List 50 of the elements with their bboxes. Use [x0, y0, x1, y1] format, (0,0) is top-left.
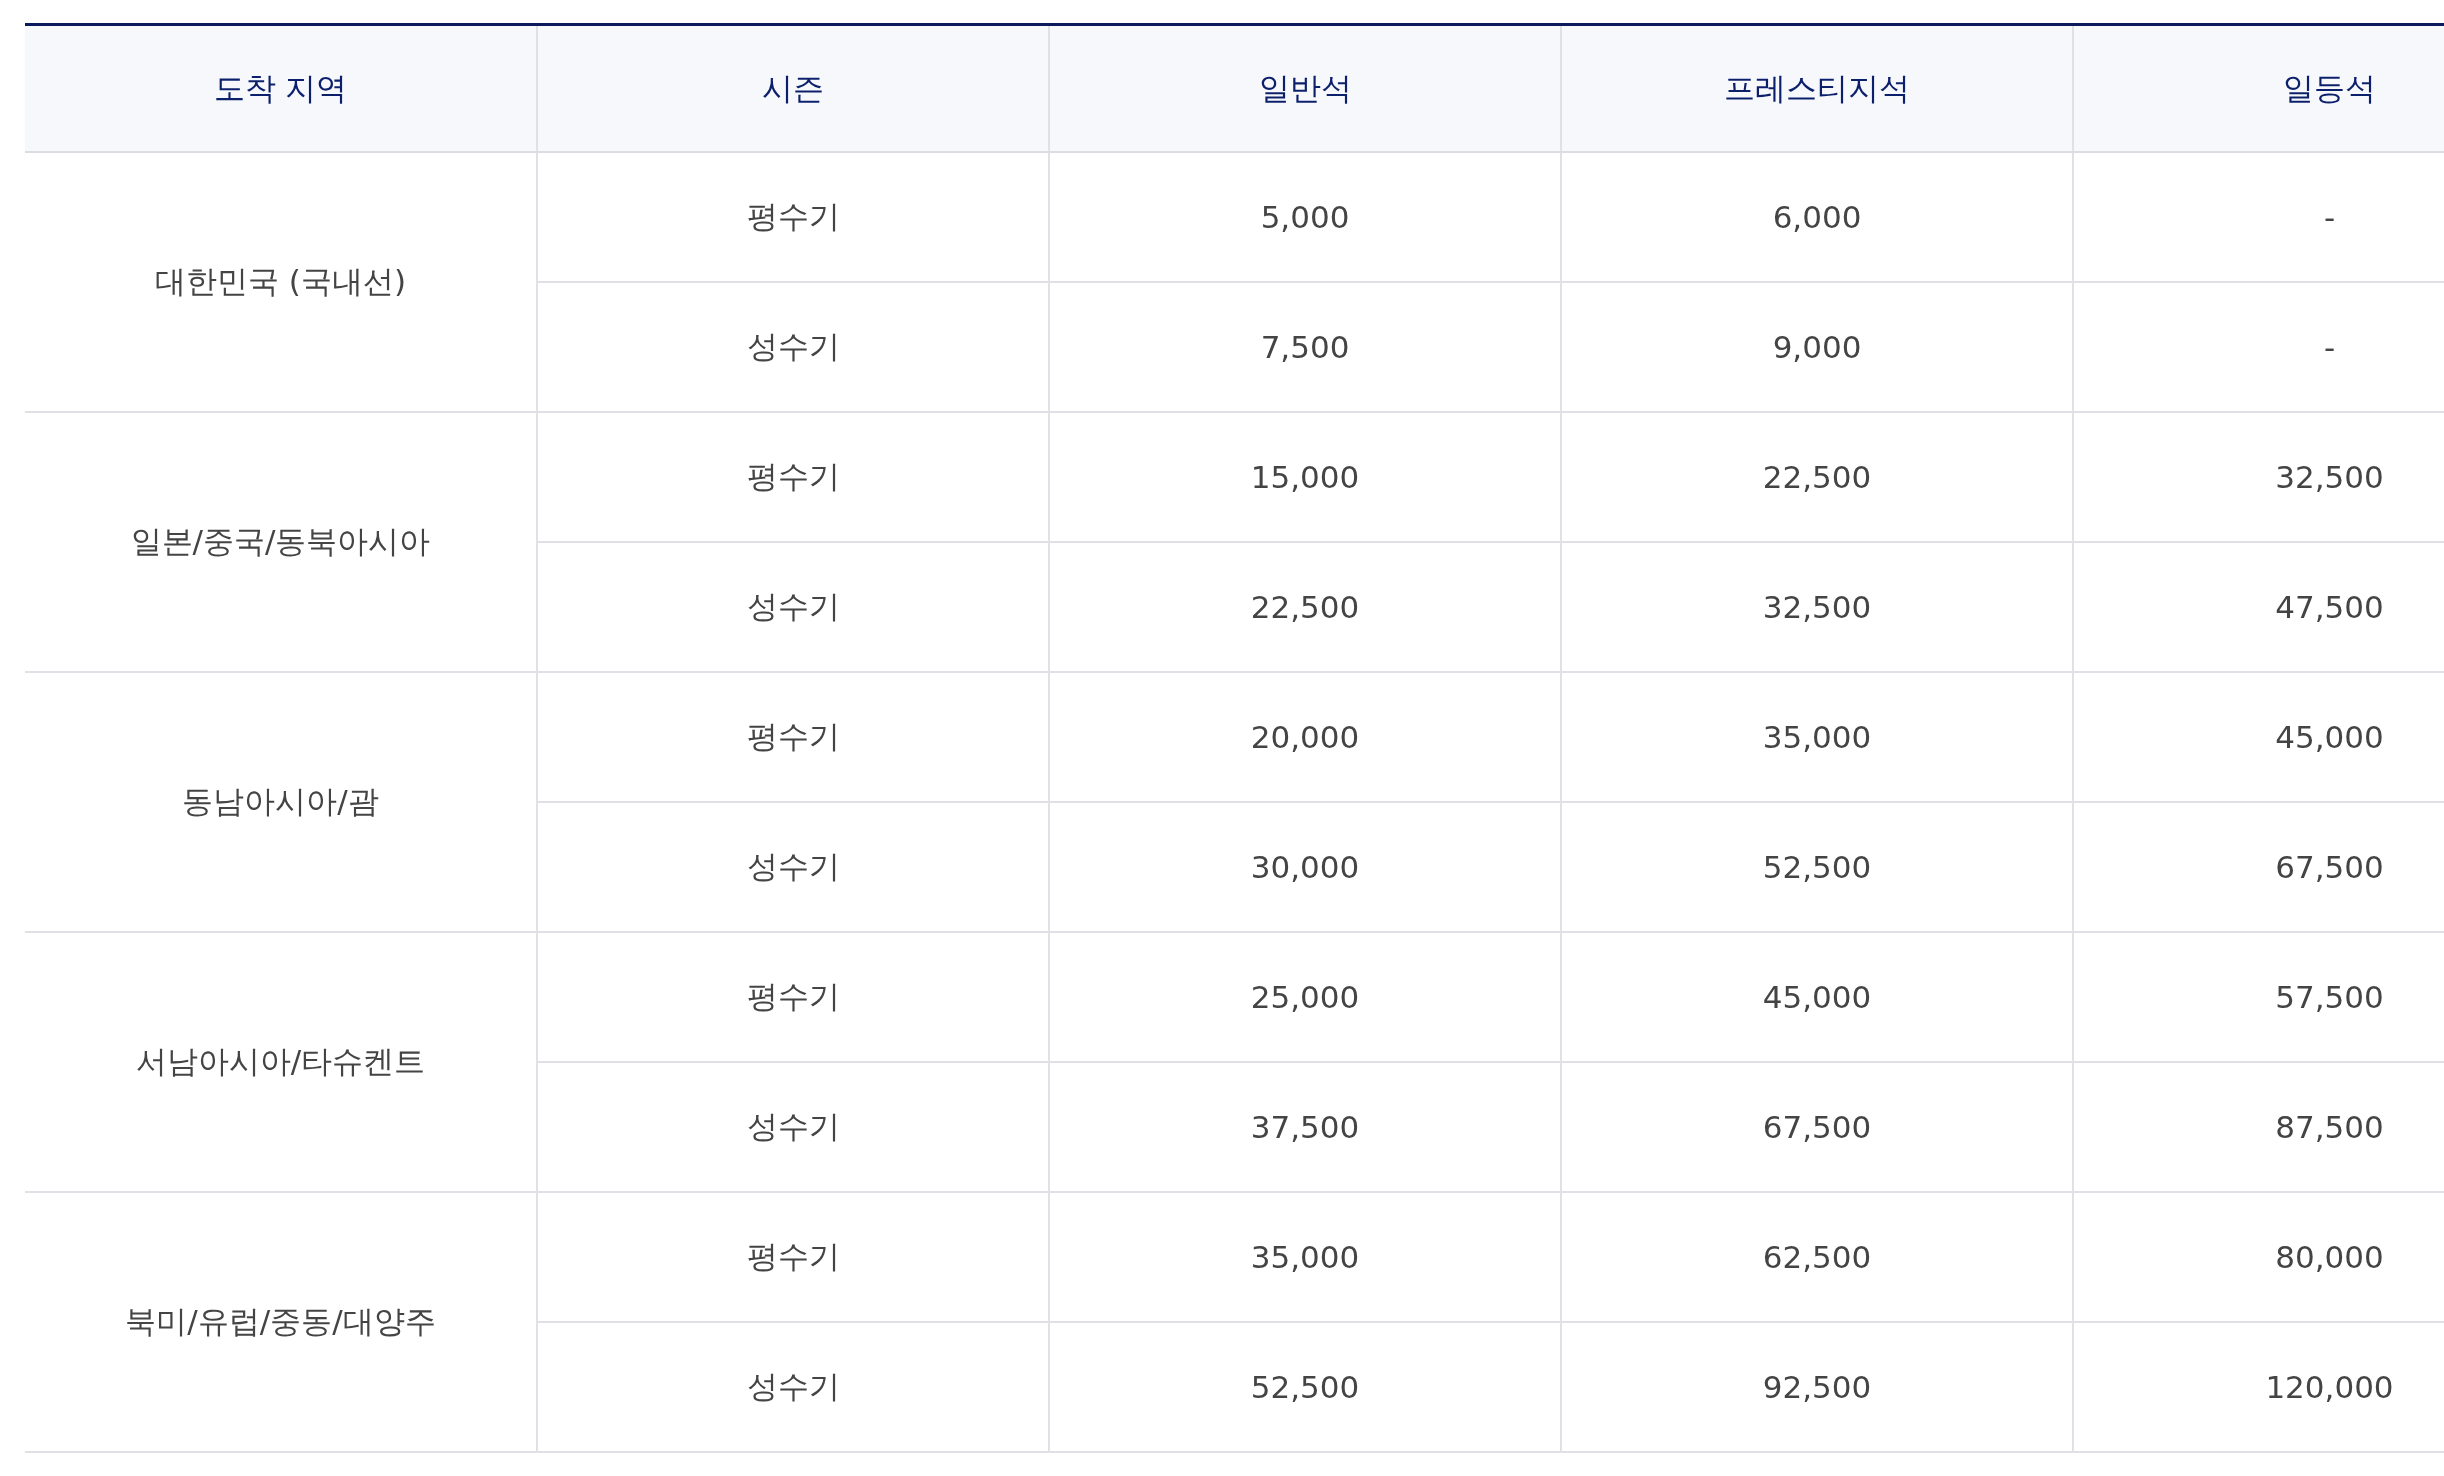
- table-cell: 30,000: [1049, 802, 1561, 932]
- column-header: 일반석: [1049, 24, 1561, 152]
- table-cell: 대한민국 (국내선): [25, 152, 537, 412]
- table-cell: 일본/중국/동북아시아: [25, 412, 537, 672]
- table-cell: 35,000: [1049, 1192, 1561, 1322]
- table-cell: 92,500: [1561, 1322, 2073, 1452]
- column-header: 시즌: [537, 24, 1049, 152]
- table-cell: 5,000: [1049, 152, 1561, 282]
- table-cell: 57,500: [2073, 932, 2444, 1062]
- table-cell: 25,000: [1049, 932, 1561, 1062]
- table-cell: 15,000: [1049, 412, 1561, 542]
- table-cell: 7,500: [1049, 282, 1561, 412]
- table-cell: 20,000: [1049, 672, 1561, 802]
- table-cell: 동남아시아/괌: [25, 672, 537, 932]
- table-cell: 서남아시아/타슈켄트: [25, 932, 537, 1192]
- table-cell: 32,500: [1561, 542, 2073, 672]
- table-cell: 35,000: [1561, 672, 2073, 802]
- table-cell: 22,500: [1049, 542, 1561, 672]
- table-cell: 22,500: [1561, 412, 2073, 542]
- table-cell: 67,500: [1561, 1062, 2073, 1192]
- table-cell: 성수기: [537, 802, 1049, 932]
- table-cell: 평수기: [537, 412, 1049, 542]
- column-header: 프레스티지석: [1561, 24, 2073, 152]
- table-cell: 평수기: [537, 672, 1049, 802]
- table-cell: 37,500: [1049, 1062, 1561, 1192]
- table-cell: -: [2073, 282, 2444, 412]
- table-cell: 북미/유럽/중동/대양주: [25, 1192, 537, 1452]
- table-cell: 52,500: [1561, 802, 2073, 932]
- table-cell: 32,500: [2073, 412, 2444, 542]
- table-cell: 성수기: [537, 282, 1049, 412]
- table-cell: 성수기: [537, 1062, 1049, 1192]
- table-cell: 평수기: [537, 932, 1049, 1062]
- table-cell: 62,500: [1561, 1192, 2073, 1322]
- table-cell: 성수기: [537, 542, 1049, 672]
- table-cell: 평수기: [537, 1192, 1049, 1322]
- table-cell: 120,000: [2073, 1322, 2444, 1452]
- table-cell: 45,000: [1561, 932, 2073, 1062]
- table-cell: 80,000: [2073, 1192, 2444, 1322]
- table-cell: 52,500: [1049, 1322, 1561, 1452]
- column-header: 일등석: [2073, 24, 2444, 152]
- table-cell: 67,500: [2073, 802, 2444, 932]
- table-cell: 평수기: [537, 152, 1049, 282]
- column-header: 도착 지역: [25, 24, 537, 152]
- table-cell: 47,500: [2073, 542, 2444, 672]
- table-cell: 9,000: [1561, 282, 2073, 412]
- table-cell: 45,000: [2073, 672, 2444, 802]
- table-cell: -: [2073, 152, 2444, 282]
- table-cell: 6,000: [1561, 152, 2073, 282]
- table-cell: 87,500: [2073, 1062, 2444, 1192]
- table-cell: 성수기: [537, 1322, 1049, 1452]
